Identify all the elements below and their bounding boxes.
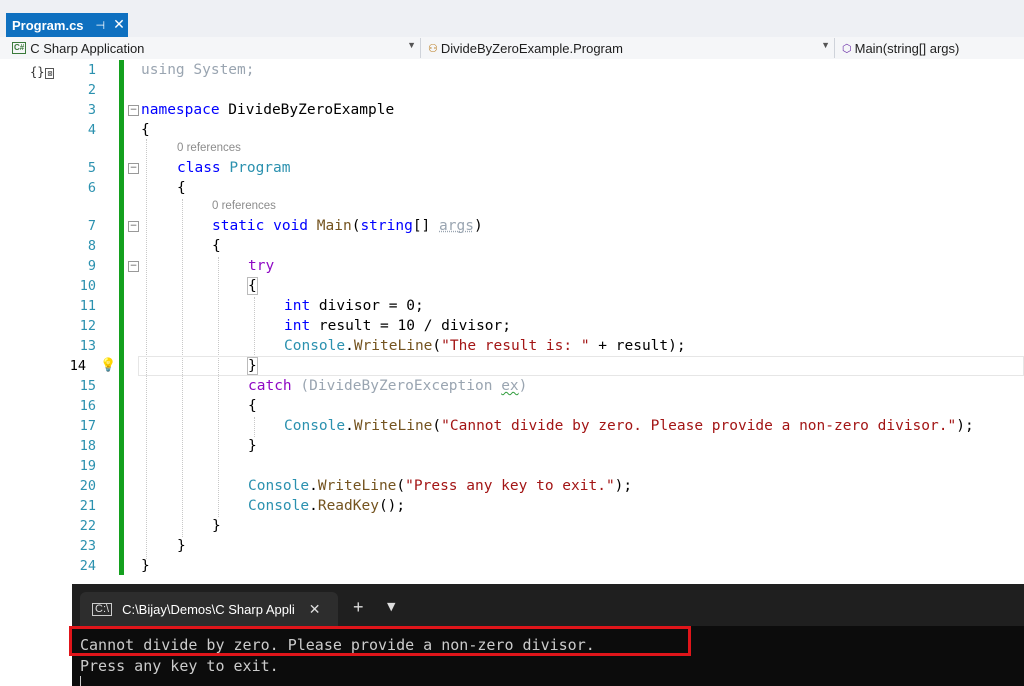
line-number: 21 <box>79 498 96 514</box>
code-line: } <box>177 538 186 554</box>
indent-guide <box>146 139 147 559</box>
line-number: 5 <box>87 160 96 176</box>
line-number: 20 <box>79 478 96 494</box>
line-number: 9 <box>87 258 96 274</box>
codelens-references[interactable]: 0 references <box>177 141 241 155</box>
terminal-tab[interactable]: C:\ C:\Bijay\Demos\C Sharp Appli ✕ <box>80 592 338 626</box>
code-line: } <box>141 558 150 574</box>
code-line: { <box>177 180 186 196</box>
code-line: } <box>248 438 257 454</box>
line-number: 22 <box>79 518 96 534</box>
project-name: C Sharp Application <box>30 40 145 56</box>
type-dropdown[interactable]: ⚇ DivideByZeroExample.Program ▼ <box>424 38 835 58</box>
line-number: 8 <box>87 238 96 254</box>
member-name: Main(string[] args) <box>854 40 960 56</box>
code-line: try <box>248 258 275 274</box>
line-number: 7 <box>87 218 96 234</box>
line-number: 1 <box>87 62 96 78</box>
line-number: 17 <box>79 418 96 434</box>
code-line: using System; <box>141 62 255 78</box>
code-line: static void Main(string[] args) <box>212 218 483 234</box>
code-line: int divisor = 0; <box>284 298 424 314</box>
terminal-output-line: Press any key to exit. <box>80 657 279 675</box>
close-icon[interactable]: ✕ <box>309 601 321 618</box>
codelens-references[interactable]: 0 references <box>212 199 276 213</box>
tab-title: Program.cs <box>12 17 84 33</box>
code-line: Console.WriteLine("The result is: " + re… <box>284 338 686 354</box>
line-number-current: 14 <box>69 358 86 374</box>
chevron-down-icon[interactable]: ▼ <box>387 600 395 613</box>
code-line: { <box>248 398 257 414</box>
line-number: 10 <box>79 278 96 294</box>
fold-icon[interactable]: − <box>128 105 139 116</box>
highlight-annotation <box>69 626 691 656</box>
code-line: } <box>212 518 221 534</box>
line-number: 13 <box>79 338 96 354</box>
console-icon: C:\ <box>92 602 113 616</box>
code-line: int result = 10 / divisor; <box>284 318 511 334</box>
code-line: { <box>212 238 221 254</box>
line-number: 24 <box>79 558 96 574</box>
fold-icon[interactable]: − <box>128 261 139 272</box>
current-line-highlight <box>138 356 1024 376</box>
fold-icon[interactable]: − <box>128 221 139 232</box>
code-line: { <box>247 277 258 295</box>
class-icon: ⚇ <box>428 42 438 55</box>
csharp-project-icon: C# <box>12 42 27 54</box>
code-line: namespace DivideByZeroExample <box>141 102 395 118</box>
line-number: 3 <box>87 102 96 118</box>
code-line: Console.ReadKey(); <box>248 498 406 514</box>
lightbulb-icon[interactable]: 💡 <box>100 358 116 373</box>
indent-guide <box>254 417 255 437</box>
indent-guide <box>254 297 255 357</box>
line-number: 12 <box>79 318 96 334</box>
change-tracking-bar <box>119 60 124 575</box>
indent-guide <box>218 257 219 517</box>
line-number: 18 <box>79 438 96 454</box>
project-dropdown[interactable]: C# C Sharp Application ▼ <box>8 38 421 58</box>
line-number: 11 <box>79 298 96 314</box>
type-name: DivideByZeroExample.Program <box>440 40 623 56</box>
line-number: 15 <box>79 378 96 394</box>
terminal-tab-title: C:\Bijay\Demos\C Sharp Appli <box>122 601 295 617</box>
line-number: 23 <box>79 538 96 554</box>
code-line: class Program <box>177 160 291 176</box>
fold-icon[interactable]: − <box>128 163 139 174</box>
close-icon[interactable]: ✕ <box>113 18 125 32</box>
chevron-down-icon: ▼ <box>821 40 830 50</box>
line-number: 6 <box>87 180 96 196</box>
code-line: { <box>141 122 150 138</box>
tab-program-cs[interactable]: Program.cs ⊣ ✕ <box>6 13 128 37</box>
method-icon: ⬡ <box>842 42 852 55</box>
code-line-current: } <box>247 357 258 375</box>
terminal-cursor <box>80 676 81 686</box>
document-tab-strip: Program.cs ⊣ ✕ <box>0 0 1024 38</box>
new-tab-button[interactable]: + <box>353 597 364 618</box>
line-number: 16 <box>79 398 96 414</box>
scope-icon: {} ⊠ <box>30 65 55 79</box>
chevron-down-icon: ▼ <box>407 40 416 50</box>
pin-icon[interactable]: ⊣ <box>96 19 106 32</box>
line-number: 4 <box>87 122 96 138</box>
member-dropdown[interactable]: ⬡ Main(string[] args) <box>838 38 1024 58</box>
line-number: 2 <box>87 82 96 98</box>
code-line: catch (DivideByZeroException ex) <box>248 378 528 394</box>
navigation-bar: C# C Sharp Application ▼ ⚇ DivideByZeroE… <box>0 37 1024 60</box>
line-number: 19 <box>79 458 96 474</box>
code-editor[interactable]: {} ⊠ − − − − 💡 1 2 3 4 5 6 7 8 9 10 11 12… <box>0 59 1024 579</box>
code-line: Console.WriteLine("Press any key to exit… <box>248 478 633 494</box>
code-line: Console.WriteLine("Cannot divide by zero… <box>284 418 974 434</box>
terminal-tab-bar: C:\ C:\Bijay\Demos\C Sharp Appli ✕ + ▼ <box>72 584 1024 626</box>
